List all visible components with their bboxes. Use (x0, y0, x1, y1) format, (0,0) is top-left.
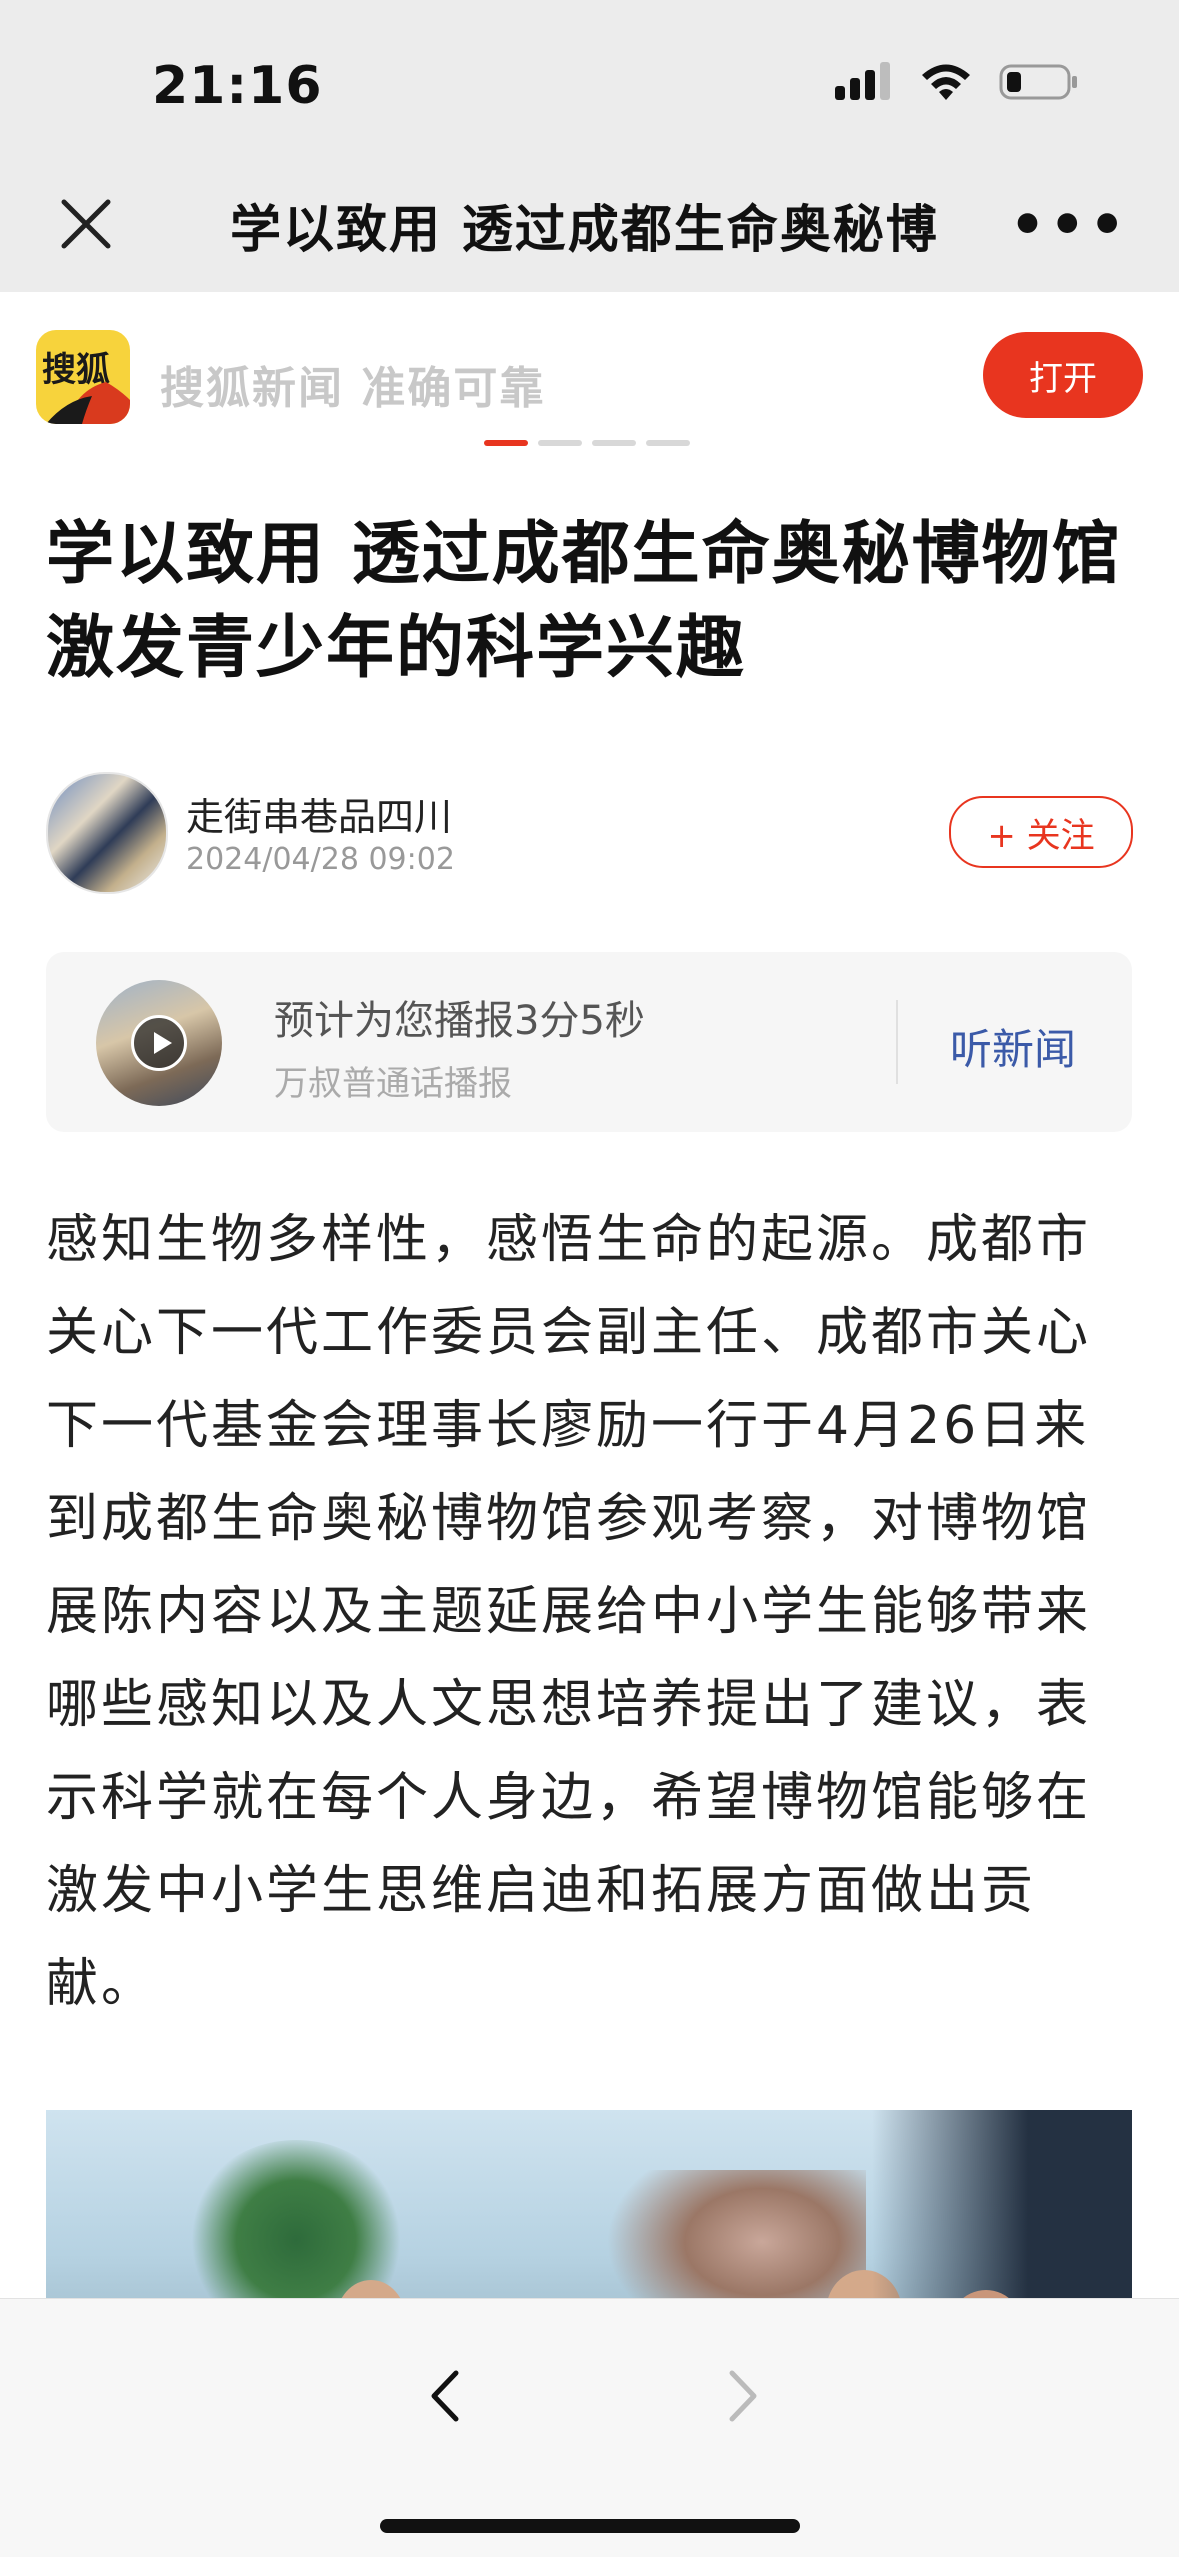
audio-voice-text: 万叔普通话播报 (274, 1064, 512, 1104)
top-bar: 21:16 学以致用 透过成都生命奥秘博 ••• (0, 0, 1179, 292)
sohu-logo: 搜狐 (36, 330, 130, 424)
publish-time: 2024/04/28 09:02 (186, 842, 455, 877)
author-avatar[interactable] (46, 772, 168, 894)
carousel-dot (538, 440, 582, 446)
cellular-signal-icon (835, 62, 890, 100)
status-time: 21:16 (152, 56, 323, 116)
fox-mark-icon (46, 382, 130, 424)
battery-icon (999, 64, 1077, 100)
status-icons (835, 62, 1079, 102)
open-app-button[interactable]: 打开 (983, 332, 1143, 418)
audio-thumbnail[interactable] (96, 980, 222, 1106)
banner-slogan: 搜狐新闻 准确可靠 (160, 363, 546, 414)
article-body: 感知生物多样性，感悟生命的起源。成都市关心下一代工作委员会副主任、成都市关心下一… (46, 1210, 1092, 2014)
wifi-icon (922, 64, 970, 100)
divider (896, 1000, 898, 1084)
back-icon[interactable] (412, 2361, 482, 2431)
carousel-indicator (484, 440, 690, 446)
carousel-dot (646, 440, 690, 446)
play-icon[interactable] (131, 1015, 187, 1071)
more-menu-icon[interactable]: ••• (1010, 198, 1129, 254)
listen-news-card[interactable]: 预计为您播报3分5秒 万叔普通话播报 听新闻 (46, 952, 1132, 1132)
home-indicator[interactable] (380, 2519, 800, 2533)
carousel-dot (592, 440, 636, 446)
follow-button[interactable]: + 关注 (949, 796, 1133, 868)
carousel-dot-active (484, 440, 528, 446)
page-title: 学以致用 透过成都生命奥秘博 (230, 201, 939, 260)
app-banner: 搜狐 搜狐新闻 准确可靠 打开 (0, 292, 1179, 464)
browser-bottom-bar (0, 2298, 1179, 2557)
listen-news-button[interactable]: 听新闻 (950, 1016, 1076, 1077)
forward-icon[interactable] (706, 2361, 776, 2431)
author-name[interactable]: 走街串巷品四川 (186, 786, 452, 841)
audio-duration-text: 预计为您播报3分5秒 (274, 998, 645, 1044)
article-headline: 学以致用 透过成都生命奥秘博物馆激发青少年的科学兴趣 (46, 515, 1122, 688)
close-icon[interactable] (54, 192, 118, 256)
